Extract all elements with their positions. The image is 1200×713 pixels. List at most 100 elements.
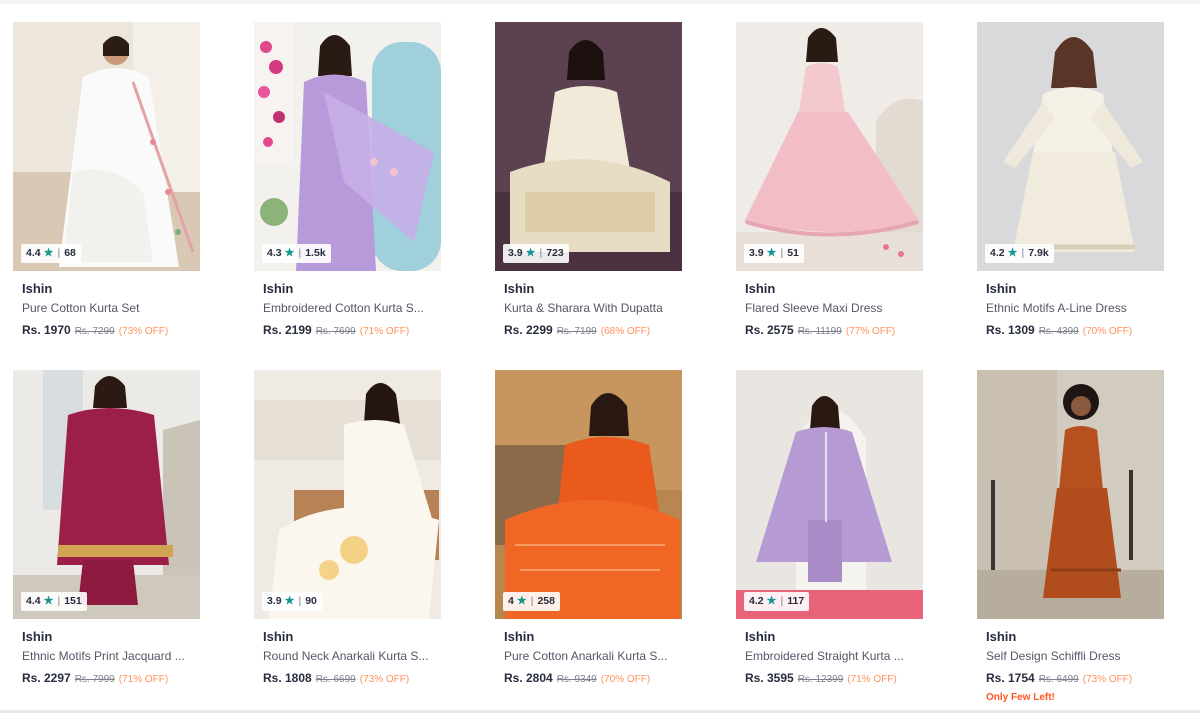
product-card[interactable]: 4.2 ★ | 7.9k Ishin Ethnic Motifs A-Line … [977,22,1164,362]
product-row: 4.4 ★ | 151 Ishin Ethnic Motifs Print Ja… [13,370,1183,710]
rating-value: 4 [508,595,514,607]
original-price: Rs. 7999 [74,674,115,685]
product-photo [736,370,923,619]
product-image[interactable]: 4.3 ★ | 1.5k [254,22,441,271]
product-row: 4.4 ★ | 68 Ishin Pure Cotton Kurta Set R… [13,22,1183,362]
rating-count: 117 [787,595,805,607]
product-price: Rs. 2804 Rs. 9349 (70% OFF) [504,670,682,688]
product-image[interactable]: 3.9 ★ | 51 [736,22,923,271]
product-card[interactable]: 3.9 ★ | 723 Ishin Kurta & Sharara With D… [495,22,682,362]
product-brand: Ishin [504,281,535,296]
product-card[interactable]: 3.9 ★ | 90 Ishin Round Neck Anarkali Kur… [254,370,441,710]
rating-value: 3.9 [508,247,523,259]
product-brand: Ishin [263,281,294,296]
product-price: Rs. 2199 Rs. 7699 (71% OFF) [263,322,441,340]
rating-count: 151 [64,595,82,607]
rating-separator: | [539,247,543,259]
star-icon: ★ [43,595,54,607]
product-card[interactable]: Ishin Self Design Schiffli Dress Rs. 175… [977,370,1164,710]
selling-price: Rs. 2299 [504,323,553,337]
product-image[interactable]: 4.4 ★ | 151 [13,370,200,619]
original-price: Rs. 12399 [797,674,844,685]
original-price: Rs. 4399 [1038,326,1079,337]
rating-count: 51 [787,247,799,259]
product-brand: Ishin [22,281,53,296]
star-icon: ★ [525,247,536,259]
product-price: Rs. 1754 Rs. 6499 (73% OFF) [986,670,1164,688]
product-card[interactable]: 4.3 ★ | 1.5k Ishin Embroidered Cotton Ku… [254,22,441,362]
product-card[interactable]: 4.4 ★ | 68 Ishin Pure Cotton Kurta Set R… [13,22,200,362]
product-price: Rs. 1808 Rs. 6699 (73% OFF) [263,670,441,688]
rating-badge: 3.9 ★ | 51 [744,244,804,263]
rating-separator: | [298,595,302,607]
product-price: Rs. 2297 Rs. 7999 (71% OFF) [22,670,200,688]
rating-separator: | [780,595,784,607]
product-image[interactable] [977,370,1164,619]
original-price: Rs. 11199 [797,326,842,337]
product-image[interactable]: 4.4 ★ | 68 [13,22,200,271]
discount-label: (77% OFF) [845,326,896,337]
product-image[interactable]: 4 ★ | 258 [495,370,682,619]
product-name: Round Neck Anarkali Kurta S... [263,649,429,663]
discount-label: (73% OFF) [359,674,410,685]
rating-count: 723 [546,247,564,259]
selling-price: Rs. 3595 [745,671,794,685]
star-icon: ★ [43,247,54,259]
rating-badge: 4.4 ★ | 68 [21,244,81,263]
product-image[interactable]: 4.2 ★ | 117 [736,370,923,619]
rating-count: 7.9k [1028,247,1049,259]
product-name: Embroidered Cotton Kurta S... [263,301,424,315]
rating-value: 4.3 [267,247,282,259]
rating-badge: 4 ★ | 258 [503,592,560,611]
product-card[interactable]: 4 ★ | 258 Ishin Pure Cotton Anarkali Kur… [495,370,682,710]
product-brand: Ishin [745,629,776,644]
product-card[interactable]: 4.2 ★ | 117 Ishin Embroidered Straight K… [736,370,923,710]
original-price: Rs. 7199 [556,326,597,337]
rating-badge: 3.9 ★ | 90 [262,592,322,611]
rating-count: 258 [537,595,555,607]
product-card[interactable]: 3.9 ★ | 51 Ishin Flared Sleeve Maxi Dres… [736,22,923,362]
rating-badge: 3.9 ★ | 723 [503,244,569,263]
selling-price: Rs. 1754 [986,671,1035,685]
star-icon: ★ [766,595,777,607]
rating-count: 1.5k [305,247,326,259]
selling-price: Rs. 1808 [263,671,312,685]
rating-separator: | [298,247,302,259]
star-icon: ★ [284,247,295,259]
rating-value: 3.9 [749,247,764,259]
rating-value: 4.2 [990,247,1005,259]
discount-label: (73% OFF) [1082,674,1133,685]
rating-value: 3.9 [267,595,282,607]
product-brand: Ishin [504,629,535,644]
product-brand: Ishin [263,629,294,644]
selling-price: Rs. 2804 [504,671,553,685]
selling-price: Rs. 2199 [263,323,312,337]
product-name: Flared Sleeve Maxi Dress [745,301,883,315]
product-name: Embroidered Straight Kurta ... [745,649,904,663]
selling-price: Rs. 1309 [986,323,1035,337]
star-icon: ★ [1007,247,1018,259]
rating-badge: 4.3 ★ | 1.5k [262,244,331,263]
product-brand: Ishin [22,629,53,644]
product-brand: Ishin [745,281,776,296]
product-price: Rs. 1970 Rs. 7299 (73% OFF) [22,322,200,340]
product-image[interactable]: 3.9 ★ | 90 [254,370,441,619]
discount-label: (71% OFF) [847,674,897,685]
product-photo [736,22,923,271]
original-price: Rs. 7299 [74,326,115,337]
discount-label: (70% OFF) [1082,326,1133,337]
discount-label: (73% OFF) [118,326,169,337]
product-name: Pure Cotton Anarkali Kurta S... [504,649,668,663]
rating-separator: | [530,595,534,607]
product-image[interactable]: 4.2 ★ | 7.9k [977,22,1164,271]
selling-price: Rs. 1970 [22,323,71,337]
selling-price: Rs. 2297 [22,671,71,685]
rating-separator: | [57,247,61,259]
rating-badge: 4.2 ★ | 7.9k [985,244,1054,263]
product-photo [13,22,200,271]
rating-value: 4.2 [749,595,764,607]
product-image[interactable]: 3.9 ★ | 723 [495,22,682,271]
product-photo [977,370,1164,619]
product-card[interactable]: 4.4 ★ | 151 Ishin Ethnic Motifs Print Ja… [13,370,200,710]
product-photo [13,370,200,619]
